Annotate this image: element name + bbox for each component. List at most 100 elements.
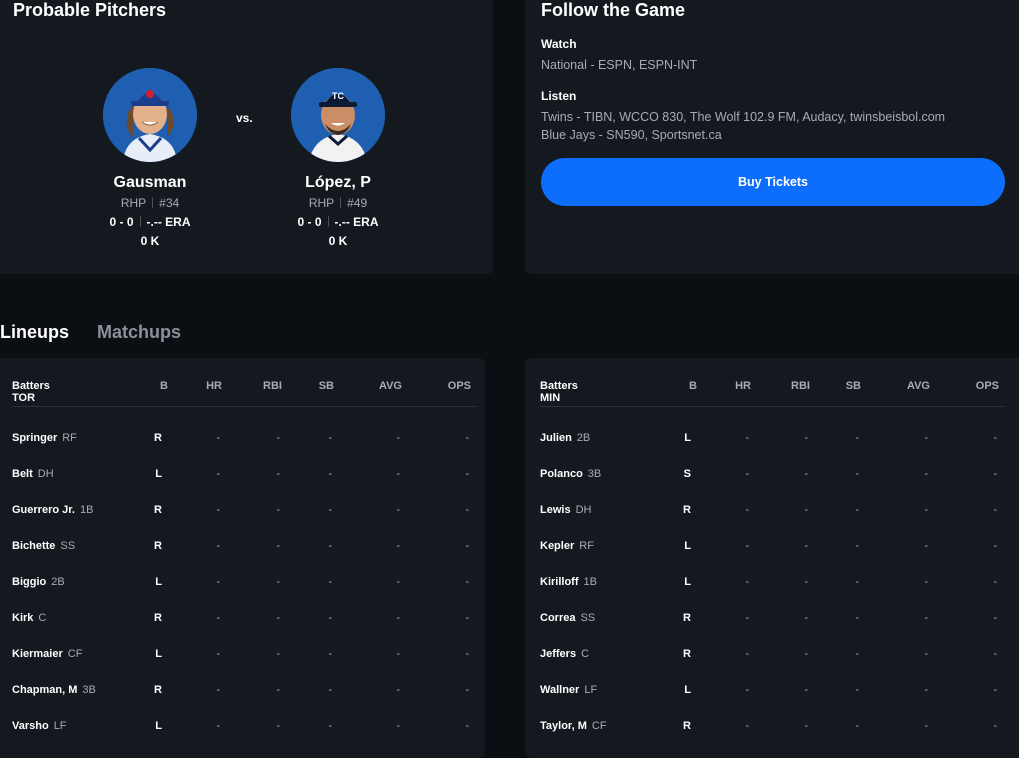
batter-position: DH	[37, 468, 54, 480]
stat-ops: -	[993, 684, 997, 696]
vs-label: vs.	[236, 111, 253, 125]
batter-cell: Guerrero Jr. 1B	[12, 504, 93, 516]
batter-cell: Springer RF	[12, 432, 77, 444]
stat-sb: -	[328, 576, 332, 588]
separator	[340, 197, 342, 208]
table-row: Kepler RF L - - - - -	[525, 540, 1015, 558]
batter-name[interactable]: Guerrero Jr.	[12, 504, 75, 516]
column-header-hr[interactable]: HR	[182, 380, 222, 392]
column-header-sb[interactable]: SB	[821, 380, 861, 392]
stat-sb: -	[855, 540, 859, 552]
stat-rbi: -	[804, 612, 808, 624]
stat-sb: -	[855, 648, 859, 660]
stat-sb: -	[328, 504, 332, 516]
batter-cell: Jeffers C	[540, 648, 589, 660]
home-pitcher-era: -.-- ERA	[334, 215, 379, 229]
separator	[327, 216, 329, 227]
stat-hr: -	[745, 504, 749, 516]
table-divider	[12, 406, 477, 407]
home-pitcher-strikeouts: 0 K	[328, 234, 348, 248]
batter-position: 2B	[51, 576, 65, 588]
batter-name[interactable]: Bichette	[12, 540, 55, 552]
stat-hr: -	[216, 684, 220, 696]
batter-name[interactable]: Varsho	[12, 720, 49, 732]
tab-matchups[interactable]: Matchups	[97, 322, 181, 343]
stat-hr: -	[216, 504, 220, 516]
batter-cell: Kiermaier CF	[12, 648, 82, 660]
table-row: Lewis DH R - - - - -	[525, 504, 1015, 522]
batter-name[interactable]: Correa	[540, 612, 575, 624]
batter-position: 1B	[79, 504, 94, 516]
column-header-avg[interactable]: AVG	[362, 380, 402, 392]
lineup-card-min: Batters MIN B HR RBI SB AVG OPS Julien 2B L - - - - - P…	[525, 358, 1019, 758]
batter-name[interactable]: Belt	[12, 468, 33, 480]
batter-cell: Kepler RF	[540, 540, 594, 552]
column-header-b[interactable]: B	[128, 380, 168, 392]
stat-rbi: -	[276, 504, 280, 516]
column-header-avg[interactable]: AVG	[890, 380, 930, 392]
stat-sb: -	[328, 432, 332, 444]
stat-hr: -	[216, 432, 220, 444]
column-header-ops[interactable]: OPS	[959, 380, 999, 392]
stat-rbi: -	[804, 540, 808, 552]
batter-name[interactable]: Kirilloff	[540, 576, 579, 588]
batter-name[interactable]: Julien	[540, 432, 572, 444]
batter-position: C	[581, 648, 590, 660]
batter-position: LF	[584, 684, 598, 696]
batter-name[interactable]: Springer	[12, 432, 57, 444]
home-pitcher-stats: 0 - 0 -.-- ERA	[258, 215, 418, 229]
away-pitcher[interactable]: Gausman RHP #34 0 - 0 -.-- ERA 0 K	[70, 68, 230, 248]
column-header-hr[interactable]: HR	[711, 380, 751, 392]
stat-avg: -	[396, 648, 400, 660]
batter-name[interactable]: Chapman, M	[12, 684, 77, 696]
stat-ops: -	[993, 648, 997, 660]
stat-ops: -	[465, 648, 469, 660]
stat-ops: -	[465, 720, 469, 732]
batter-name[interactable]: Jeffers	[540, 648, 576, 660]
home-pitcher[interactable]: TC López, P RHP #49 0 - 0 -.-- ERA 0 K	[258, 68, 418, 248]
stat-b: R	[154, 504, 162, 516]
column-header-rbi[interactable]: RBI	[770, 380, 810, 392]
stat-sb: -	[855, 684, 859, 696]
column-header-b[interactable]: B	[657, 380, 697, 392]
batter-name[interactable]: Taylor, M	[540, 720, 587, 732]
batter-name[interactable]: Kepler	[540, 540, 574, 552]
away-pitcher-avatar[interactable]	[103, 68, 197, 162]
home-pitcher-avatar[interactable]: TC	[291, 68, 385, 162]
svg-text:TC: TC	[332, 91, 344, 101]
table-row: Chapman, M 3B R - - - - -	[0, 684, 482, 702]
batter-name[interactable]: Polanco	[540, 468, 583, 480]
batter-name[interactable]: Biggio	[12, 576, 46, 588]
home-pitcher-name[interactable]: López, P	[258, 174, 418, 192]
stat-b: R	[683, 648, 691, 660]
batter-name[interactable]: Kiermaier	[12, 648, 63, 660]
home-pitcher-hand: RHP	[308, 196, 335, 210]
stat-sb: -	[328, 612, 332, 624]
stat-rbi: -	[804, 576, 808, 588]
batter-name[interactable]: Wallner	[540, 684, 579, 696]
stat-rbi: -	[804, 648, 808, 660]
buy-tickets-button[interactable]: Buy Tickets	[541, 158, 1005, 206]
stat-ops: -	[993, 576, 997, 588]
table-row: Kirk C R - - - - -	[0, 612, 482, 630]
stat-b: R	[683, 504, 691, 516]
column-header-rbi[interactable]: RBI	[242, 380, 282, 392]
stat-hr: -	[745, 720, 749, 732]
stat-b: L	[155, 576, 162, 588]
column-header-ops[interactable]: OPS	[431, 380, 471, 392]
away-pitcher-name[interactable]: Gausman	[70, 174, 230, 192]
batter-cell: Kirk C	[12, 612, 46, 624]
batter-cell: Biggio 2B	[12, 576, 65, 588]
home-pitcher-meta: RHP #49	[258, 196, 418, 210]
stat-b: L	[155, 648, 162, 660]
away-pitcher-record: 0 - 0	[109, 215, 134, 229]
stat-sb: -	[855, 432, 859, 444]
stat-sb: -	[855, 612, 859, 624]
stat-b: L	[155, 468, 162, 480]
column-header-sb[interactable]: SB	[294, 380, 334, 392]
batter-name[interactable]: Kirk	[12, 612, 33, 624]
stat-avg: -	[396, 468, 400, 480]
tab-lineups[interactable]: Lineups	[0, 322, 69, 343]
batter-name[interactable]: Lewis	[540, 504, 571, 516]
stat-avg: -	[396, 612, 400, 624]
